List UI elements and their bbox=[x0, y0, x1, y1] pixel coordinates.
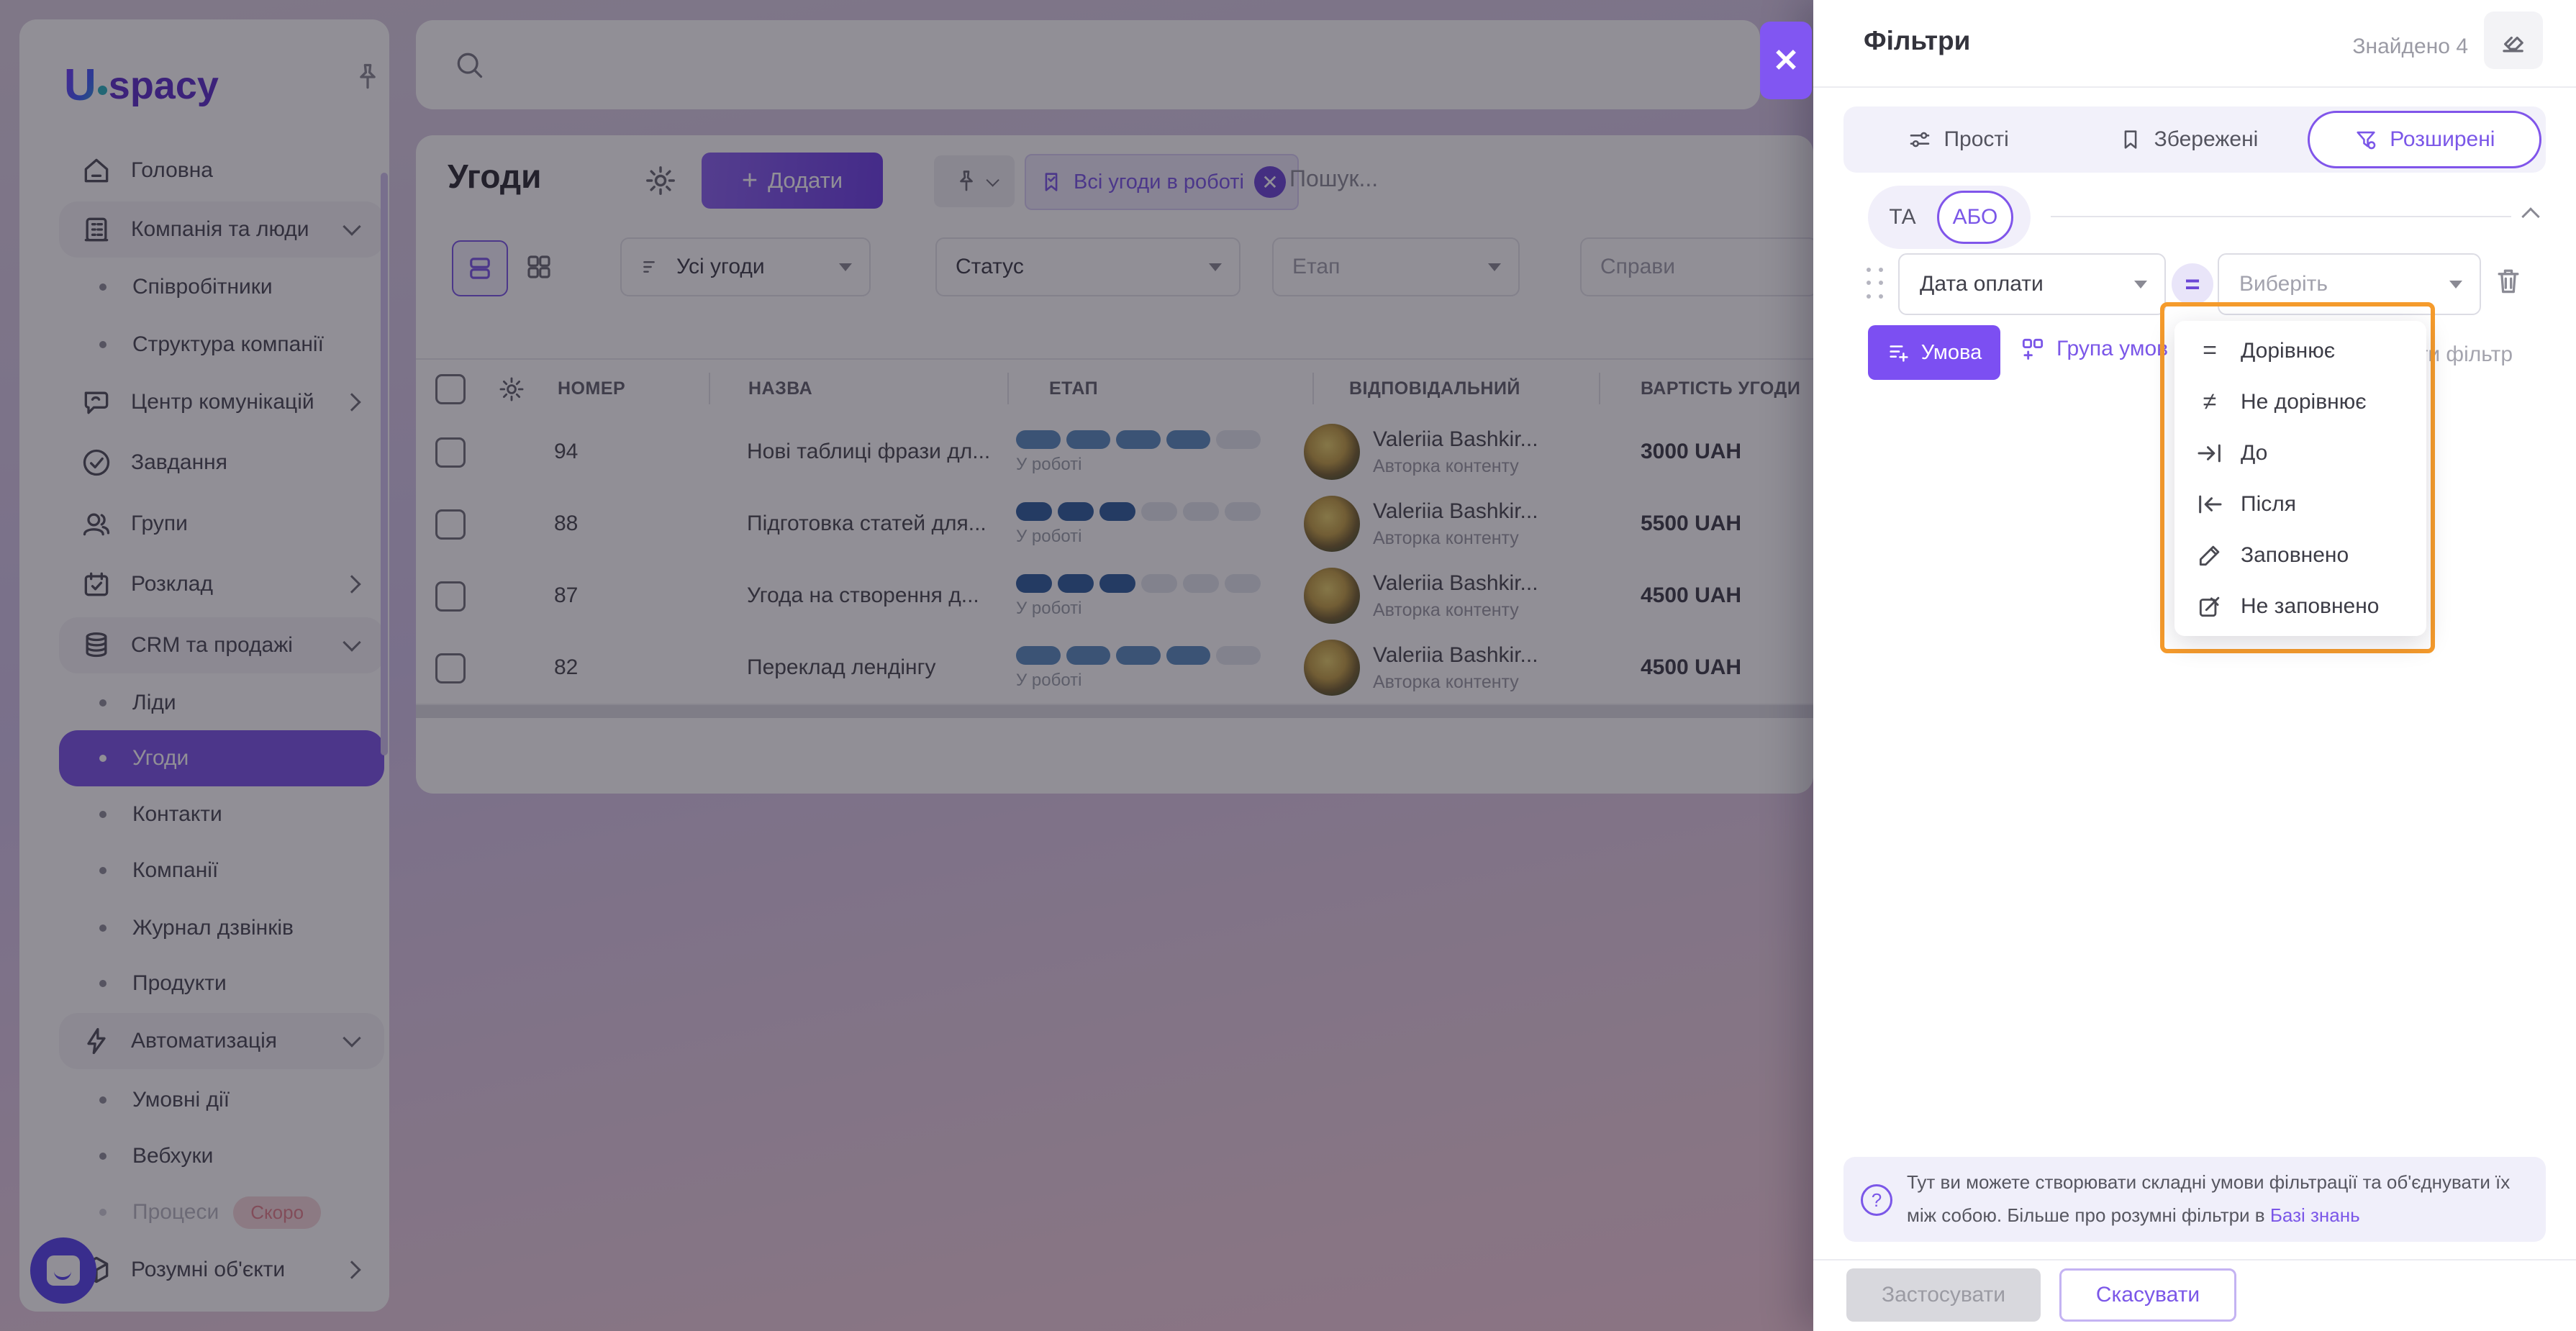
add-group-icon bbox=[2019, 335, 2046, 363]
info-text-line1: Тут ви можете створювати складні умови ф… bbox=[1907, 1171, 2510, 1194]
close-filters-button[interactable]: ✕ bbox=[1760, 22, 1812, 99]
arrow-to-end-icon bbox=[2193, 439, 2226, 468]
operator-option-not-filled[interactable]: Не заповнено bbox=[2174, 581, 2426, 632]
equals-icon: = bbox=[2193, 337, 2226, 365]
clear-filters-button[interactable] bbox=[2484, 12, 2543, 69]
operator-option-equals[interactable]: = Дорівнює bbox=[2174, 325, 2426, 376]
trash-icon[interactable] bbox=[2493, 265, 2524, 296]
operator-option-not-equals[interactable]: ≠ Не дорівнює bbox=[2174, 376, 2426, 427]
add-condition-button[interactable]: Умова bbox=[1868, 325, 2000, 380]
equals-icon: = bbox=[2185, 269, 2200, 299]
close-icon: ✕ bbox=[1773, 42, 1800, 79]
pencil-square-icon bbox=[2193, 593, 2226, 620]
operator-option-after[interactable]: Після bbox=[2174, 478, 2426, 530]
logic-and-button[interactable]: ТА bbox=[1868, 205, 1937, 230]
caret-down-icon bbox=[2134, 281, 2147, 289]
logic-or-button[interactable]: АБО bbox=[1937, 191, 2013, 244]
not-equals-icon: ≠ bbox=[2193, 388, 2226, 416]
sliders-icon bbox=[1908, 127, 1932, 152]
field-select-value: Дата оплати bbox=[1920, 272, 2044, 296]
bookmark-icon bbox=[2118, 127, 2143, 152]
question-icon: ? bbox=[1861, 1184, 1892, 1216]
filters-panel: Фільтри Знайдено 4 Прості Збережені Розш… bbox=[1813, 0, 2576, 1331]
modal-overlay[interactable] bbox=[0, 0, 1813, 1331]
operator-option-label: До bbox=[2241, 441, 2267, 465]
operator-option-filled[interactable]: Заповнено bbox=[2174, 530, 2426, 581]
knowledge-base-link[interactable]: Базі знань bbox=[2270, 1204, 2360, 1226]
divider bbox=[1813, 86, 2576, 88]
operator-option-label: Не заповнено bbox=[2241, 594, 2380, 619]
value-select-placeholder: Виберіть bbox=[2239, 272, 2328, 296]
add-condition-label: Умова bbox=[1921, 341, 1982, 365]
caret-down-icon bbox=[2449, 281, 2462, 289]
operator-option-label: Дорівнює bbox=[2241, 339, 2335, 363]
filter-tabs: Прості Збережені Розширені bbox=[1843, 106, 2546, 173]
tab-label: Збережені bbox=[2154, 127, 2259, 152]
tab-simple[interactable]: Прості bbox=[1843, 106, 2073, 173]
tab-saved[interactable]: Збережені bbox=[2073, 106, 2303, 173]
chevron-up-icon[interactable] bbox=[2521, 207, 2539, 225]
drag-handle[interactable] bbox=[1867, 268, 1885, 302]
add-condition-icon bbox=[1887, 340, 1911, 365]
info-box: ? Тут ви можете створювати складні умови… bbox=[1843, 1157, 2546, 1242]
funnel-gear-icon bbox=[2354, 127, 2378, 152]
tab-label: Прості bbox=[1944, 127, 2008, 152]
operator-option-label: Не дорівнює bbox=[2241, 390, 2367, 414]
eraser-icon bbox=[2498, 25, 2529, 55]
logic-toggle: ТА АБО bbox=[1868, 186, 2031, 249]
info-text: між собою. Більше про розумні фільтри в bbox=[1907, 1204, 2265, 1226]
add-group-label: Група умов bbox=[2056, 337, 2168, 361]
tab-advanced[interactable]: Розширені bbox=[2308, 111, 2541, 168]
operator-option-label: Після bbox=[2241, 492, 2296, 517]
pencil-icon bbox=[2193, 542, 2226, 569]
field-select[interactable]: Дата оплати bbox=[1898, 253, 2166, 315]
operator-chip[interactable]: = bbox=[2172, 263, 2213, 305]
add-group-button[interactable]: Група умов bbox=[2019, 335, 2168, 363]
divider bbox=[2051, 216, 2511, 217]
found-count: Знайдено 4 bbox=[2352, 35, 2468, 59]
operator-option-before[interactable]: До bbox=[2174, 427, 2426, 478]
arrow-to-start-icon bbox=[2193, 490, 2226, 519]
panel-title: Фільтри bbox=[1864, 26, 1970, 56]
tab-label: Розширені bbox=[2390, 127, 2495, 152]
operator-dropdown-menu: = Дорівнює ≠ Не дорівнює До Після Заповнен… bbox=[2174, 321, 2426, 636]
app-root: Uspacy Головна Компанія та люди Співробі… bbox=[0, 0, 2576, 1331]
info-text-line2: між собою. Більше про розумні фільтри в … bbox=[1907, 1204, 2360, 1227]
divider bbox=[1813, 1259, 2576, 1260]
apply-button[interactable]: Застосувати bbox=[1846, 1268, 2041, 1322]
operator-option-label: Заповнено bbox=[2241, 543, 2349, 568]
cancel-button[interactable]: Скасувати bbox=[2059, 1268, 2236, 1322]
